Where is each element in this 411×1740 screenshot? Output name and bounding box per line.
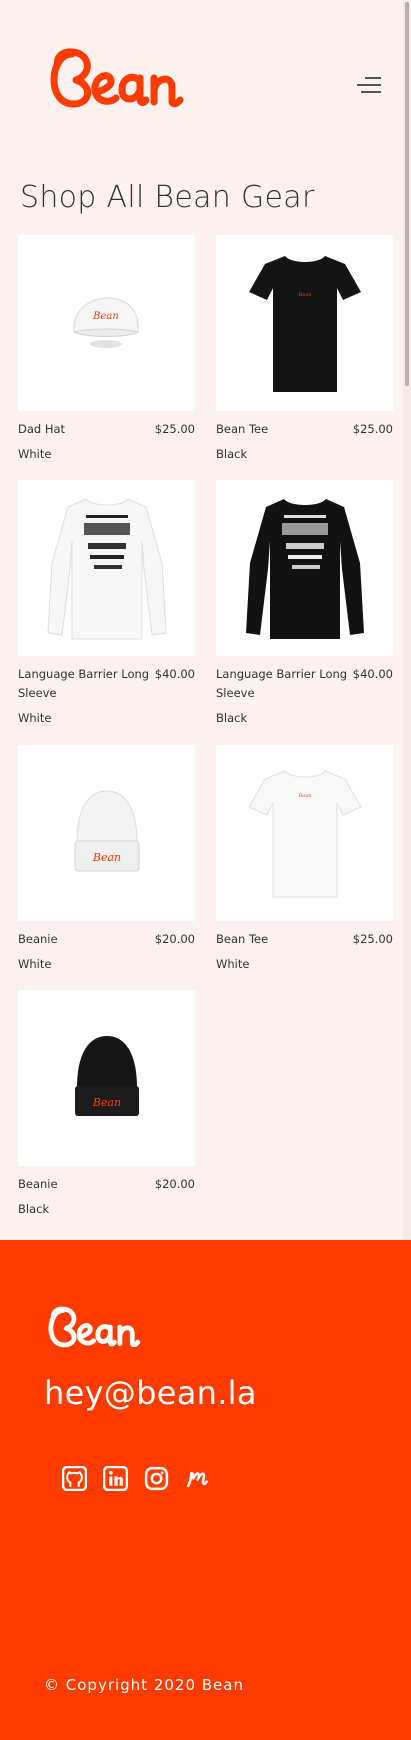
copyright-text: © Copyright 2020 Bean (44, 1676, 244, 1694)
product-color: Black (18, 1202, 50, 1216)
contact-email-link[interactable]: hey@bean.la (44, 1374, 257, 1412)
svg-text:Bean: Bean (92, 311, 119, 322)
site-header (0, 0, 403, 160)
white-beanie-image: Bean (74, 790, 139, 872)
scrollbar[interactable] (403, 0, 411, 1240)
white-dad-hat-image: Bean (72, 297, 139, 348)
product-color: White (18, 447, 52, 461)
medium-icon[interactable] (185, 1466, 210, 1491)
svg-text:Bean: Bean (91, 1096, 120, 1109)
black-long-sleeve-image (245, 499, 364, 639)
product-image-black-tee[interactable]: Bean (216, 235, 393, 411)
product-color: White (18, 711, 52, 725)
scrollbar-thumb[interactable] (405, 2, 409, 386)
product-card[interactable]: Bean Beanie $20.00 Black (18, 990, 195, 1219)
site-footer: hey@bean.la © Copyright 2020 Bean (0, 1240, 411, 1740)
bean-footer-logo[interactable] (44, 1302, 144, 1352)
product-color: White (216, 957, 250, 971)
product-color: White (18, 957, 52, 971)
product-card[interactable]: Language Barrier Long Sleeve $40.00 Blac… (216, 480, 393, 728)
menu-line (365, 77, 381, 79)
product-name[interactable]: Dad Hat (18, 420, 150, 439)
product-color: Black (216, 711, 248, 725)
product-image-white-tee[interactable]: Bean (216, 745, 393, 921)
product-card[interactable]: Bean Bean Tee $25.00 White (216, 745, 393, 974)
black-beanie-image: Bean (74, 1036, 139, 1116)
product-price: $25.00 (352, 422, 393, 436)
product-price: $20.00 (154, 932, 195, 946)
product-card[interactable]: Language Barrier Long Sleeve $40.00 Whit… (18, 480, 195, 728)
product-name[interactable]: Beanie (18, 1175, 150, 1194)
svg-text:Bean: Bean (297, 793, 311, 799)
product-price: $25.00 (154, 422, 195, 436)
menu-line (361, 91, 381, 93)
github-icon[interactable] (62, 1466, 87, 1491)
product-name[interactable]: Bean Tee (216, 420, 348, 439)
product-image-black-long-sleeve[interactable] (216, 480, 393, 656)
product-card[interactable]: Bean Bean Tee $25.00 Black (216, 235, 393, 464)
product-color: Black (216, 447, 248, 461)
product-price: $40.00 (154, 667, 195, 681)
social-links (62, 1466, 210, 1491)
product-card[interactable]: Bean Dad Hat $25.00 White (18, 235, 195, 464)
product-name[interactable]: Language Barrier Long Sleeve (18, 665, 150, 703)
hamburger-menu-icon[interactable] (353, 74, 381, 96)
black-tee-image: Bean (248, 256, 361, 392)
white-tee-image: Bean (247, 770, 362, 898)
svg-text:Bean: Bean (297, 292, 311, 298)
instagram-icon[interactable] (144, 1466, 169, 1491)
svg-text:Bean: Bean (91, 851, 120, 864)
product-name[interactable]: Bean Tee (216, 930, 348, 949)
product-image-white-beanie[interactable]: Bean (18, 745, 195, 921)
product-image-black-beanie[interactable]: Bean (18, 990, 195, 1166)
product-price: $40.00 (352, 667, 393, 681)
menu-line (357, 84, 381, 86)
product-name[interactable]: Beanie (18, 930, 150, 949)
linkedin-icon[interactable] (103, 1466, 128, 1491)
product-price: $25.00 (352, 932, 393, 946)
product-name[interactable]: Language Barrier Long Sleeve (216, 665, 348, 703)
product-image-white-long-sleeve[interactable] (18, 480, 195, 656)
white-long-sleeve-image (46, 498, 167, 640)
page-title: Shop All Bean Gear (20, 180, 315, 215)
product-card[interactable]: Bean Beanie $20.00 White (18, 745, 195, 974)
product-image-white-dad-hat[interactable]: Bean (18, 235, 195, 411)
product-price: $20.00 (154, 1177, 195, 1191)
bean-logo[interactable] (44, 42, 189, 114)
